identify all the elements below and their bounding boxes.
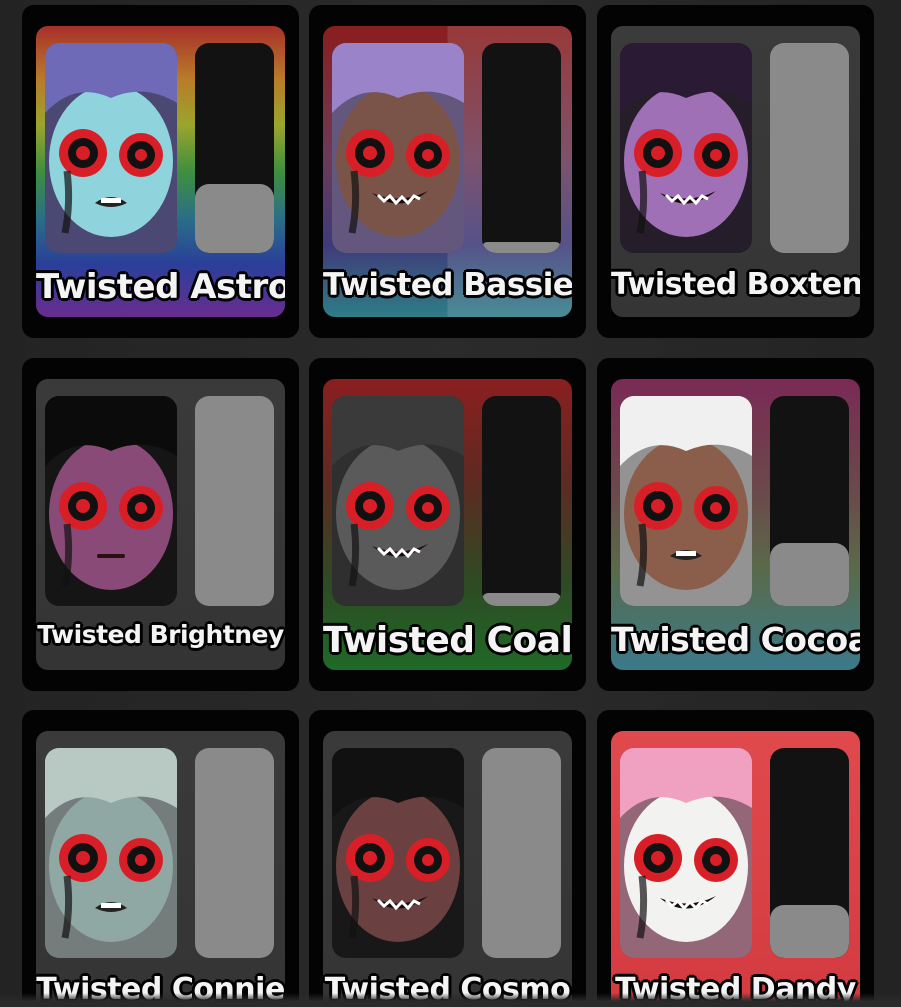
character-card[interactable]: Twisted Cosmo bbox=[309, 710, 586, 1007]
character-card-panel: Twisted Boxten bbox=[611, 26, 860, 317]
character-card-panel: Twisted Cocoa bbox=[611, 379, 860, 670]
progress-meter bbox=[482, 748, 561, 958]
progress-meter bbox=[482, 43, 561, 253]
progress-meter-fill bbox=[482, 242, 561, 253]
character-portrait bbox=[332, 396, 464, 606]
character-card[interactable]: Twisted Cocoa bbox=[597, 358, 874, 691]
progress-meter-fill bbox=[770, 543, 849, 606]
character-portrait bbox=[45, 43, 177, 253]
character-name: Twisted Boxten bbox=[611, 267, 860, 302]
progress-meter bbox=[770, 396, 849, 606]
character-card-panel: Twisted Cosmo bbox=[323, 731, 572, 1007]
progress-meter bbox=[195, 43, 274, 253]
character-name: Twisted Bassie bbox=[323, 267, 572, 303]
character-name: Twisted Connie bbox=[36, 972, 285, 1007]
character-card[interactable]: Twisted Bassie bbox=[309, 5, 586, 338]
character-grid: Twisted Astro Twisted Bassie Twisted Boxte… bbox=[0, 0, 901, 1007]
character-card[interactable]: Twisted Astro bbox=[22, 5, 299, 338]
character-card-panel: Twisted Dandy bbox=[611, 731, 860, 1007]
character-portrait bbox=[45, 396, 177, 606]
character-portrait-art bbox=[332, 43, 464, 253]
character-card-panel: Twisted Coal bbox=[323, 379, 572, 670]
character-card-panel: Twisted Bassie bbox=[323, 26, 572, 317]
character-card[interactable]: Twisted Brightney bbox=[22, 358, 299, 691]
character-card-panel: Twisted Brightney bbox=[36, 379, 285, 670]
character-card-panel: Twisted Connie bbox=[36, 731, 285, 1007]
character-card[interactable]: Twisted Connie bbox=[22, 710, 299, 1007]
character-name: Twisted Astro bbox=[36, 267, 285, 307]
progress-meter-fill bbox=[482, 593, 561, 606]
character-name: Twisted Cosmo bbox=[324, 972, 571, 1007]
character-card[interactable]: Twisted Dandy bbox=[597, 710, 874, 1007]
progress-meter bbox=[195, 396, 274, 606]
character-name: Twisted Dandy bbox=[615, 972, 856, 1007]
character-portrait-art bbox=[620, 748, 752, 958]
character-portrait-art bbox=[332, 748, 464, 958]
progress-meter bbox=[482, 396, 561, 606]
character-portrait bbox=[332, 43, 464, 253]
character-portrait-art bbox=[45, 396, 177, 606]
progress-meter bbox=[770, 748, 849, 958]
character-card[interactable]: Twisted Coal bbox=[309, 358, 586, 691]
character-portrait bbox=[620, 396, 752, 606]
character-portrait bbox=[620, 43, 752, 253]
progress-meter-fill bbox=[770, 905, 849, 958]
character-portrait bbox=[45, 748, 177, 958]
character-name: Twisted Cocoa bbox=[611, 620, 860, 659]
character-portrait-art bbox=[332, 396, 464, 606]
character-name: Twisted Coal bbox=[323, 620, 572, 661]
character-card[interactable]: Twisted Boxten bbox=[597, 5, 874, 338]
character-portrait-art bbox=[620, 396, 752, 606]
character-portrait-art bbox=[45, 748, 177, 958]
progress-meter bbox=[195, 748, 274, 958]
progress-meter bbox=[770, 43, 849, 253]
character-portrait bbox=[332, 748, 464, 958]
character-portrait-art bbox=[620, 43, 752, 253]
character-card-panel: Twisted Astro bbox=[36, 26, 285, 317]
progress-meter-fill bbox=[195, 184, 274, 253]
character-name: Twisted Brightney bbox=[37, 620, 284, 649]
character-portrait bbox=[620, 748, 752, 958]
character-portrait-art bbox=[45, 43, 177, 253]
